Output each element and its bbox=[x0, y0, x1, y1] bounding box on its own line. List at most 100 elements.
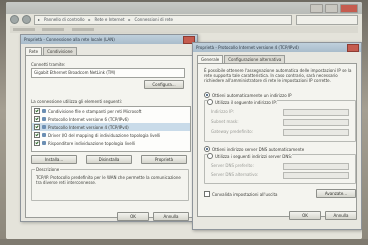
address-bar-row: ▸ Pannello di controllo ▸ Rete e Interne… bbox=[10, 14, 292, 25]
command-item[interactable] bbox=[42, 28, 65, 31]
radio-label: Utilizza il seguente indirizzo IP: bbox=[215, 99, 278, 105]
radio-icon bbox=[207, 99, 213, 105]
configure-button[interactable]: Configura... bbox=[144, 80, 184, 89]
breadcrumb-sep-icon: ▸ bbox=[38, 17, 41, 22]
dns2-label: Server DNS alternativo: bbox=[211, 172, 259, 177]
screen: ▸ Pannello di controllo ▸ Rete e Interne… bbox=[6, 2, 362, 239]
command-bar bbox=[10, 26, 358, 33]
gateway-label: Gateway predefinito: bbox=[211, 129, 254, 134]
breadcrumb-item[interactable]: Rete e Internet bbox=[95, 17, 125, 22]
window-controls bbox=[310, 4, 358, 13]
checkbox[interactable] bbox=[34, 116, 40, 122]
address-bar[interactable]: ▸ Pannello di controllo ▸ Rete e Interne… bbox=[34, 14, 292, 25]
forward-icon[interactable] bbox=[22, 15, 31, 24]
dns-group: Utilizza i seguenti indirizzi server DNS… bbox=[204, 153, 356, 184]
checkbox[interactable] bbox=[204, 191, 210, 197]
radio-selected-icon bbox=[204, 146, 210, 152]
breadcrumb-sep-icon: ▸ bbox=[88, 17, 91, 22]
dns2-input[interactable] bbox=[283, 172, 349, 179]
tab-strip: Rete Condivisione bbox=[25, 47, 193, 55]
subnet-mask-input[interactable] bbox=[283, 119, 349, 126]
tab-strip: Generale Configurazione alternativa bbox=[197, 55, 357, 63]
list-item-label: Condivisione file e stampanti per reti M… bbox=[48, 108, 142, 114]
dialog-close-button[interactable] bbox=[347, 44, 359, 52]
tab-network[interactable]: Rete bbox=[25, 47, 43, 55]
connect-using-label: Connetti tramite: bbox=[31, 62, 66, 67]
list-item-label: Driver I/O del mapping di individuazione… bbox=[48, 132, 161, 138]
gateway-input[interactable] bbox=[283, 129, 349, 136]
list-item[interactable]: Driver I/O del mapping di individuazione… bbox=[32, 131, 190, 139]
breadcrumb-item[interactable]: Connessioni di rete bbox=[135, 17, 173, 22]
tab-alternate-config[interactable]: Configurazione alternativa bbox=[224, 55, 286, 63]
maximize-button[interactable] bbox=[325, 4, 338, 13]
monitor-frame-bottom bbox=[0, 239, 368, 245]
radio-manual-dns[interactable]: Utilizza i seguenti indirizzi server DNS… bbox=[207, 153, 293, 159]
radio-manual-ip[interactable]: Utilizza il seguente indirizzo IP: bbox=[207, 99, 278, 105]
radio-label: Utilizza i seguenti indirizzi server DNS… bbox=[215, 153, 293, 159]
protocol-icon bbox=[42, 117, 46, 121]
description-label: Descrizione bbox=[35, 167, 61, 172]
lan-properties-dialog: Proprietà - Connessione alla rete locale… bbox=[20, 34, 198, 222]
checkbox[interactable] bbox=[34, 108, 40, 114]
minimize-button[interactable] bbox=[310, 4, 323, 13]
adapter-field: Gigabit Ethernet Broadcom NetLink (TM) bbox=[31, 68, 185, 78]
checkbox[interactable] bbox=[34, 124, 40, 130]
dialog-title: Proprietà - Protocollo Internet versione… bbox=[193, 43, 361, 52]
ip-group: Utilizza il seguente indirizzo IP: Indir… bbox=[204, 99, 356, 142]
radio-auto-dns[interactable]: Ottieni indirizzo server DNS automaticam… bbox=[204, 146, 304, 152]
radio-auto-ip[interactable]: Ottieni automaticamente un indirizzo IP bbox=[204, 92, 292, 98]
breadcrumb-item[interactable]: Pannello di controllo bbox=[44, 17, 85, 22]
list-item[interactable]: Protocollo Internet versione 6 (TCP/IPv6… bbox=[32, 115, 190, 123]
list-item-label: Protocollo Internet versione 4 (TCP/IPv4… bbox=[48, 124, 129, 130]
subnet-label: Subnet mask: bbox=[211, 119, 239, 124]
validate-checkbox-row[interactable]: Convalida impostazioni all'uscita bbox=[204, 191, 277, 197]
radio-icon bbox=[207, 153, 213, 159]
command-item[interactable] bbox=[71, 28, 94, 31]
search-input[interactable] bbox=[296, 15, 358, 25]
checkbox[interactable] bbox=[34, 132, 40, 138]
ok-button[interactable]: OK bbox=[289, 211, 321, 220]
dialog-title: Proprietà - Connessione alla rete locale… bbox=[21, 35, 197, 44]
ip-address-input[interactable] bbox=[283, 109, 349, 116]
components-list[interactable]: Condivisione file e stampanti per reti M… bbox=[31, 106, 191, 152]
list-item-label: Protocollo Internet versione 6 (TCP/IPv6… bbox=[48, 116, 129, 122]
radio-selected-icon bbox=[204, 92, 210, 98]
back-icon[interactable] bbox=[10, 15, 19, 24]
info-text: È possibile ottenere l'assegnazione auto… bbox=[204, 68, 352, 83]
radio-label: Ottieni automaticamente un indirizzo IP bbox=[212, 92, 292, 98]
description-group: Descrizione TCP/IP. Protocollo predefini… bbox=[31, 167, 189, 201]
explorer-titlebar bbox=[6, 2, 362, 14]
breadcrumb-sep-icon: ▸ bbox=[128, 17, 131, 22]
cancel-button[interactable]: Annulla bbox=[325, 211, 357, 220]
tab-panel: È possibile ottenere l'assegnazione auto… bbox=[197, 63, 357, 217]
radio-label: Ottieni indirizzo server DNS automaticam… bbox=[212, 146, 305, 152]
list-item[interactable]: Condivisione file e stampanti per reti M… bbox=[32, 107, 190, 115]
network-component-icon bbox=[42, 109, 46, 113]
properties-button[interactable]: Proprietà bbox=[141, 155, 187, 164]
install-button[interactable]: Installa... bbox=[31, 155, 77, 164]
tab-panel: Connetti tramite: Gigabit Ethernet Broad… bbox=[25, 55, 193, 218]
list-item-label: Risponditore individuazione topologia li… bbox=[48, 140, 135, 146]
description-text: TCP/IP. Protocollo predefinito per le WA… bbox=[36, 175, 181, 185]
protocol-icon bbox=[42, 133, 46, 137]
tab-general[interactable]: Generale bbox=[197, 55, 224, 63]
ip-label: Indirizzo IP: bbox=[211, 109, 234, 114]
cancel-button[interactable]: Annulla bbox=[153, 212, 189, 221]
command-item[interactable] bbox=[13, 28, 35, 31]
dns1-input[interactable] bbox=[283, 163, 349, 170]
checkbox[interactable] bbox=[34, 140, 40, 146]
tab-sharing[interactable]: Condivisione bbox=[43, 47, 77, 55]
list-item[interactable]: Risponditore individuazione topologia li… bbox=[32, 139, 190, 147]
protocol-icon bbox=[42, 141, 46, 145]
dns1-label: Server DNS preferito: bbox=[211, 163, 254, 168]
items-label: La connessione utilizza gli elementi seg… bbox=[31, 99, 123, 104]
protocol-icon bbox=[42, 125, 46, 129]
validate-label: Convalida impostazioni all'uscita bbox=[212, 191, 278, 197]
ok-button[interactable]: OK bbox=[117, 212, 149, 221]
ipv4-properties-dialog: Proprietà - Protocollo Internet versione… bbox=[192, 42, 362, 230]
advanced-button[interactable]: Avanzate... bbox=[316, 189, 356, 198]
adapter-name: Gigabit Ethernet Broadcom NetLink (TM) bbox=[34, 70, 116, 75]
list-item[interactable]: Protocollo Internet versione 4 (TCP/IPv4… bbox=[32, 123, 190, 131]
close-button[interactable] bbox=[340, 4, 358, 13]
uninstall-button[interactable]: Disinstalla bbox=[86, 155, 132, 164]
